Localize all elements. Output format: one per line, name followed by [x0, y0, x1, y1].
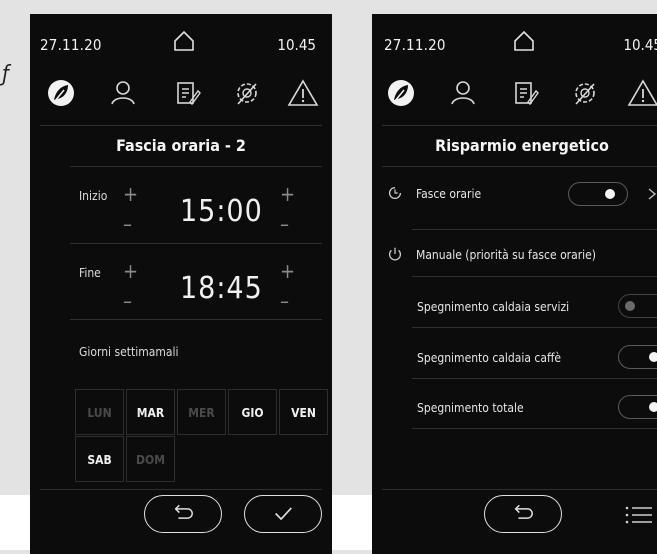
minutes-increment-button[interactable]: +	[280, 184, 295, 204]
divider	[412, 428, 657, 429]
hours-increment-button[interactable]: +	[123, 184, 138, 204]
minutes-decrement-button[interactable]: –	[280, 291, 289, 311]
total-off-label: Spegnimento totale	[417, 401, 524, 415]
minutes-increment-button[interactable]: +	[280, 261, 295, 281]
start-time-value: 15:00	[180, 194, 263, 229]
hours-decrement-button[interactable]: –	[123, 291, 132, 311]
day-toggle-ven[interactable]: VEN	[279, 389, 328, 435]
toggle-knob	[605, 189, 615, 199]
eco-leaf-icon[interactable]	[44, 76, 78, 110]
day-label: VEN	[291, 406, 316, 420]
eco-leaf-icon[interactable]	[384, 76, 418, 110]
total-off-toggle[interactable]	[618, 395, 657, 419]
day-toggle-mer[interactable]: MER	[177, 389, 226, 435]
manual-label: Manuale (priorità su fasce orarie)	[416, 248, 597, 262]
clock-24h-icon	[386, 184, 404, 206]
day-toggle-dom[interactable]: DOM	[126, 436, 175, 482]
edit-document-icon[interactable]	[508, 76, 542, 110]
divider	[70, 166, 322, 167]
day-label: GIO	[241, 406, 264, 420]
edit-document-icon[interactable]	[170, 76, 204, 110]
hours-increment-button[interactable]: +	[123, 261, 138, 281]
toggle-knob	[649, 402, 657, 412]
status-date: 27.11.20	[384, 36, 446, 54]
divider	[40, 125, 322, 126]
day-label: LUN	[87, 406, 112, 420]
divider	[382, 125, 657, 126]
status-date: 27.11.20	[40, 36, 102, 54]
confirm-button[interactable]	[244, 495, 322, 533]
coffee-boiler-off-toggle[interactable]	[618, 345, 657, 369]
weekday-grid: LUN MAR MER GIO VEN SAB DOM	[75, 389, 328, 483]
home-icon[interactable]	[512, 29, 536, 53]
day-toggle-mar[interactable]: MAR	[126, 389, 175, 435]
back-icon	[174, 504, 193, 519]
divider	[70, 243, 322, 244]
divider	[382, 166, 657, 167]
settings-tools-icon[interactable]	[230, 76, 264, 110]
weekdays-label: Giorni settimamali	[79, 345, 179, 359]
coffee-boiler-off-label: Spegnimento caldaia caffè	[417, 351, 562, 365]
page-title: Fascia oraria - 2	[116, 136, 246, 155]
end-time-value: 18:45	[180, 271, 263, 306]
user-icon[interactable]	[446, 76, 480, 110]
day-label: DOM	[136, 453, 165, 467]
time-slot-screen: 27.11.20 10.45 Fascia oraria - 2 Inizio …	[30, 14, 332, 554]
energy-saving-screen: 27.11.20 10.45 Risparmio energetico Fasc…	[372, 14, 657, 554]
icon-bar	[372, 76, 657, 116]
cropped-mark: ƒ	[2, 62, 9, 87]
service-boiler-off-toggle[interactable]	[618, 294, 657, 318]
day-label: SAB	[87, 453, 112, 467]
minutes-decrement-button[interactable]: –	[280, 214, 289, 234]
icon-bar	[30, 76, 332, 116]
divider	[412, 276, 657, 277]
service-boiler-off-label: Spegnimento caldaia servizi	[417, 300, 570, 314]
status-bar: 27.11.20 10.45	[30, 14, 332, 64]
back-icon	[514, 504, 533, 519]
end-label: Fine	[79, 266, 101, 280]
divider	[412, 327, 657, 328]
divider	[70, 319, 322, 320]
time-slots-toggle[interactable]	[568, 182, 628, 206]
page-title: Risparmio energetico	[435, 136, 609, 155]
day-toggle-gio[interactable]: GIO	[228, 389, 277, 435]
hours-decrement-button[interactable]: –	[123, 214, 132, 234]
toggle-knob	[625, 301, 635, 311]
photo-background	[332, 495, 372, 550]
settings-tools-icon[interactable]	[568, 76, 602, 110]
divider	[40, 489, 322, 490]
toggle-knob	[649, 352, 657, 362]
chevron-right-icon[interactable]	[646, 186, 657, 200]
list-icon[interactable]	[624, 504, 654, 526]
photo-background	[0, 495, 30, 550]
day-toggle-lun[interactable]: LUN	[75, 389, 124, 435]
divider	[412, 229, 657, 230]
check-icon	[275, 507, 292, 521]
back-button[interactable]	[484, 495, 562, 533]
power-icon	[386, 245, 404, 267]
divider	[412, 378, 657, 379]
day-label: MER	[188, 406, 215, 420]
user-icon[interactable]	[106, 76, 140, 110]
day-toggle-sab[interactable]: SAB	[75, 436, 124, 482]
divider	[382, 489, 657, 490]
back-button[interactable]	[144, 495, 222, 533]
status-time: 10.45	[277, 36, 316, 54]
status-bar: 27.11.20 10.45	[372, 14, 657, 64]
day-label: MAR	[136, 406, 165, 420]
warning-icon[interactable]	[286, 76, 320, 110]
start-label: Inizio	[79, 189, 108, 203]
warning-icon[interactable]	[626, 76, 657, 110]
time-slots-label: Fasce orarie	[416, 187, 482, 201]
status-time: 10.45	[623, 36, 657, 54]
home-icon[interactable]	[172, 29, 196, 53]
